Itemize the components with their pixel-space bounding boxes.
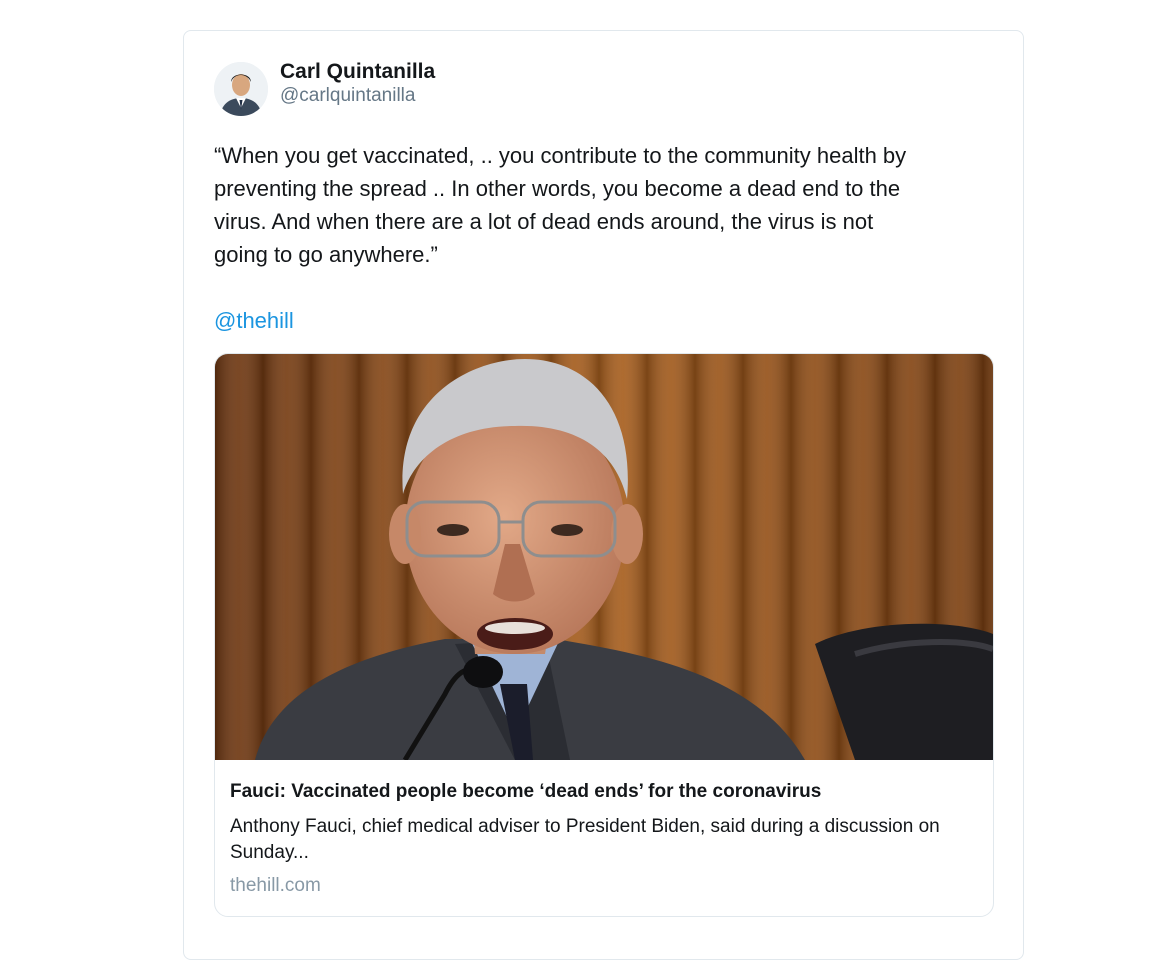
avatar[interactable]: [214, 62, 268, 116]
avatar-portrait-icon: [214, 62, 268, 116]
link-card-title[interactable]: Fauci: Vaccinated people become ‘dead en…: [230, 780, 978, 804]
author-handle[interactable]: @carlquintanilla: [280, 85, 435, 107]
mention-link[interactable]: @thehill: [214, 307, 294, 335]
tweet-text: “When you get vaccinated, .. you contrib…: [214, 143, 907, 267]
speaker-photo-icon: [215, 354, 993, 760]
tweet-card[interactable]: Carl Quintanilla @carlquintanilla “When …: [183, 30, 1024, 960]
tweet-header: Carl Quintanilla @carlquintanilla: [214, 59, 435, 117]
author-display-name[interactable]: Carl Quintanilla: [280, 59, 435, 85]
link-card-description: Anthony Fauci, chief medical adviser to …: [230, 816, 940, 863]
link-preview-card[interactable]: Fauci: Vaccinated people become ‘dead en…: [214, 353, 994, 917]
author-names: Carl Quintanilla @carlquintanilla: [280, 59, 435, 107]
link-card-body: Fauci: Vaccinated people become ‘dead en…: [230, 780, 978, 899]
link-card-domain: thehill.com: [230, 875, 321, 896]
